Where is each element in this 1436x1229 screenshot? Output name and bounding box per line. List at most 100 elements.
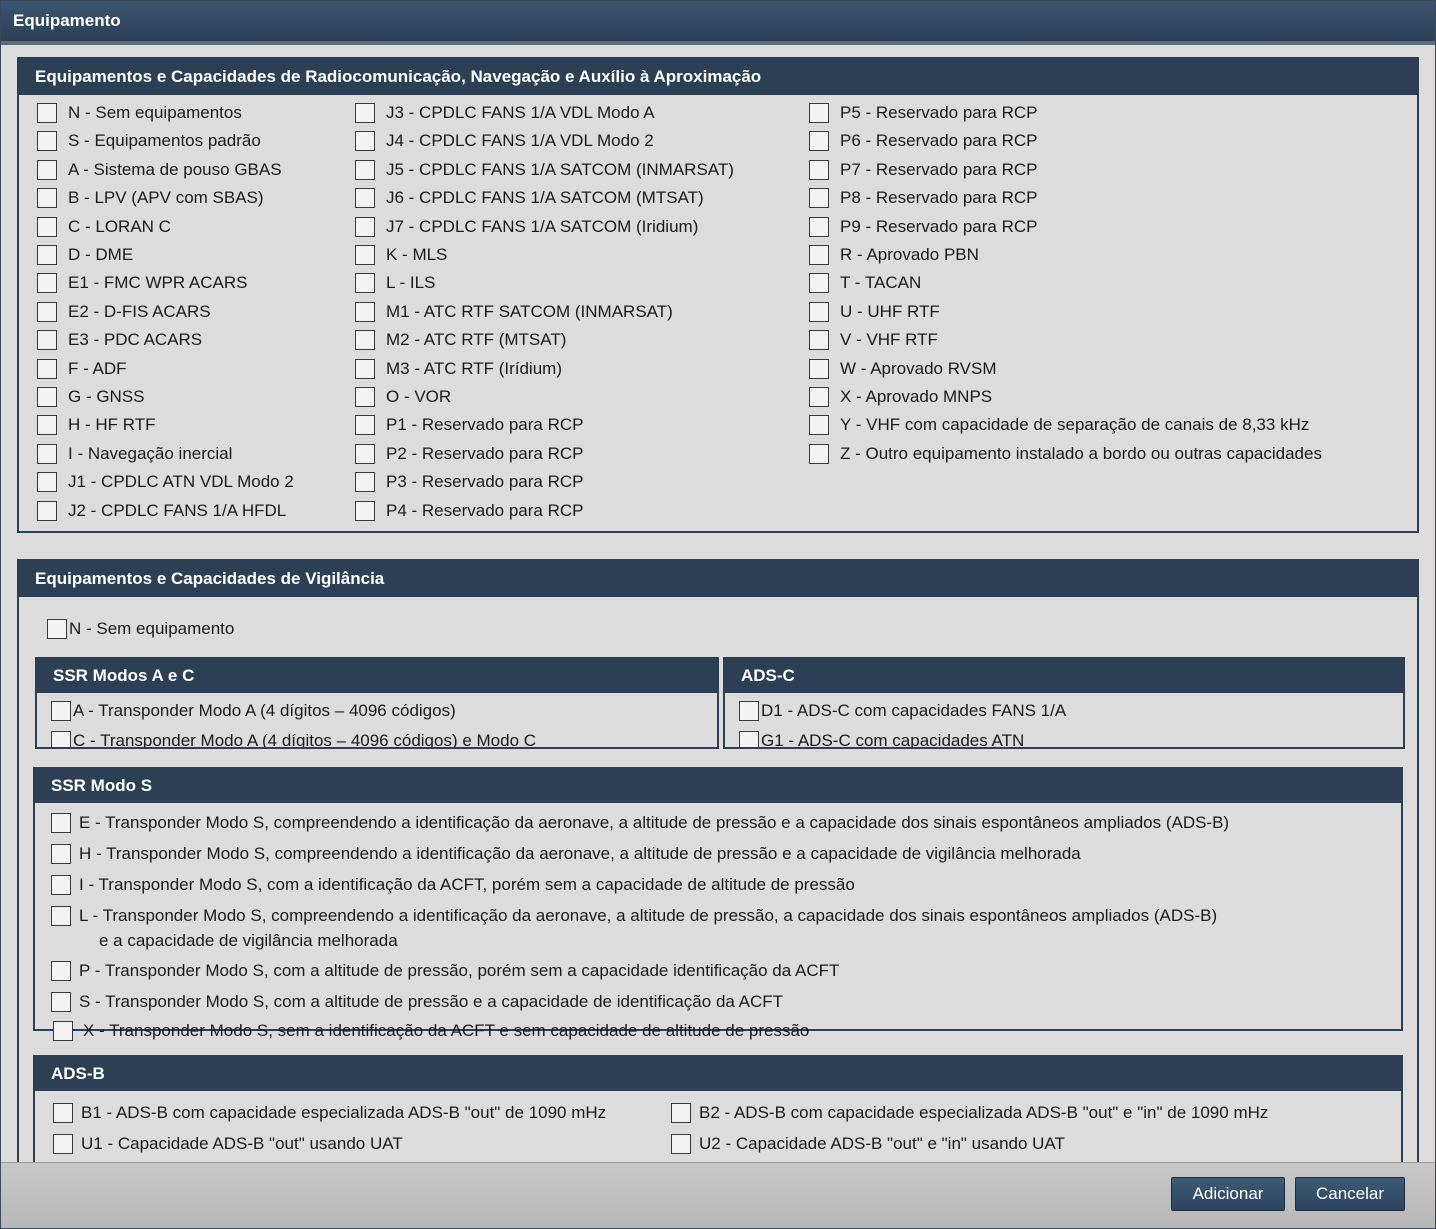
checkbox[interactable] [355,387,375,407]
checkbox[interactable] [37,131,57,151]
adsc-option-d1[interactable]: D1 - ADS-C com capacidades FANS 1/A [739,699,1066,723]
radio-nav-option[interactable]: J5 - CPDLC FANS 1/A SATCOM (INMARSAT) [355,158,734,182]
checkbox[interactable] [355,273,375,293]
radio-nav-option[interactable]: P6 - Reservado para RCP [809,129,1037,153]
checkbox[interactable] [37,359,57,379]
adsb-option-b1[interactable]: B1 - ADS-B com capacidade especializada … [53,1101,606,1125]
radio-nav-option[interactable]: U - UHF RTF [809,300,940,324]
radio-nav-option[interactable]: C - LORAN C [37,215,171,239]
checkbox[interactable] [51,813,71,833]
radio-nav-option[interactable]: J1 - CPDLC ATN VDL Modo 2 [37,470,294,494]
checkbox[interactable] [355,359,375,379]
radio-nav-option[interactable]: Z - Outro equipamento instalado a bordo … [809,442,1322,466]
cancel-button[interactable]: Cancelar [1295,1177,1405,1211]
radio-nav-option[interactable]: N - Sem equipamentos [37,101,242,125]
checkbox[interactable] [809,387,829,407]
checkbox[interactable] [37,444,57,464]
radio-nav-option[interactable]: P2 - Reservado para RCP [355,442,583,466]
checkbox[interactable] [53,1134,73,1154]
checkbox[interactable] [53,1103,73,1123]
checkbox[interactable] [809,188,829,208]
radio-nav-option[interactable]: J4 - CPDLC FANS 1/A VDL Modo 2 [355,129,654,153]
radio-nav-option[interactable]: H - HF RTF [37,413,156,437]
checkbox[interactable] [671,1134,691,1154]
checkbox[interactable] [51,701,71,721]
adsb-option-u2[interactable]: U2 - Capacidade ADS-B "out" e "in" usand… [671,1132,1065,1156]
dialog-content[interactable]: Equipamentos e Capacidades de Radiocomun… [1,45,1435,1162]
ssr-s-option[interactable]: I - Transponder Modo S, com a identifica… [51,873,855,897]
checkbox[interactable] [51,731,71,747]
checkbox[interactable] [671,1103,691,1123]
checkbox[interactable] [37,245,57,265]
radio-nav-option[interactable]: W - Aprovado RVSM [809,357,997,381]
checkbox[interactable] [51,875,71,895]
checkbox[interactable] [37,273,57,293]
checkbox[interactable] [37,217,57,237]
checkbox[interactable] [809,444,829,464]
adsb-option-b2[interactable]: B2 - ADS-B com capacidade especializada … [671,1101,1268,1125]
checkbox[interactable] [37,160,57,180]
ssr-ac-option-a[interactable]: A - Transponder Modo A (4 dígitos – 4096… [51,699,456,723]
checkbox[interactable] [355,472,375,492]
checkbox[interactable] [809,131,829,151]
checkbox[interactable] [37,330,57,350]
radio-nav-option[interactable]: V - VHF RTF [809,328,938,352]
radio-nav-option[interactable]: P5 - Reservado para RCP [809,101,1037,125]
radio-nav-option[interactable]: X - Aprovado MNPS [809,385,992,409]
radio-nav-option[interactable]: M1 - ATC RTF SATCOM (INMARSAT) [355,300,673,324]
ssr-ac-option-c[interactable]: C - Transponder Modo A (4 dígitos – 4096… [51,729,536,747]
checkbox[interactable] [355,501,375,521]
checkbox[interactable] [809,160,829,180]
radio-nav-option[interactable]: F - ADF [37,357,127,381]
checkbox[interactable] [809,415,829,435]
checkbox[interactable] [355,415,375,435]
checkbox[interactable] [37,472,57,492]
checkbox[interactable] [53,1021,73,1041]
radio-nav-option[interactable]: I - Navegação inercial [37,442,232,466]
radio-nav-option[interactable]: G - GNSS [37,385,145,409]
radio-nav-option[interactable]: K - MLS [355,243,447,267]
radio-nav-option[interactable]: P4 - Reservado para RCP [355,499,583,523]
checkbox[interactable] [355,444,375,464]
checkbox[interactable] [51,961,71,981]
ssr-s-option[interactable]: P - Transponder Modo S, com a altitude d… [51,959,839,983]
radio-nav-option[interactable]: E1 - FMC WPR ACARS [37,271,247,295]
radio-nav-option[interactable]: P7 - Reservado para RCP [809,158,1037,182]
checkbox[interactable] [809,103,829,123]
checkbox[interactable] [809,245,829,265]
checkbox[interactable] [51,906,71,926]
checkbox[interactable] [51,992,71,1012]
ssr-s-option-x[interactable]: X - Transponder Modo S, sem a identifica… [53,1019,809,1043]
radio-nav-option[interactable]: R - Aprovado PBN [809,243,979,267]
radio-nav-option[interactable]: J2 - CPDLC FANS 1/A HFDL [37,499,286,523]
checkbox[interactable] [355,302,375,322]
radio-nav-option[interactable]: P1 - Reservado para RCP [355,413,583,437]
checkbox[interactable] [355,245,375,265]
ssr-s-option[interactable]: H - Transponder Modo S, compreendendo a … [51,842,1081,866]
checkbox[interactable] [355,330,375,350]
radio-nav-option[interactable]: Y - VHF com capacidade de separação de c… [809,413,1309,437]
radio-nav-option[interactable]: L - ILS [355,271,435,295]
radio-nav-option[interactable]: S - Equipamentos padrão [37,129,261,153]
radio-nav-option[interactable]: E2 - D-FIS ACARS [37,300,211,324]
ssr-s-option[interactable]: L - Transponder Modo S, compreendendo a … [51,904,1217,928]
checkbox[interactable] [37,387,57,407]
checkbox[interactable] [739,731,759,747]
checkbox[interactable] [37,188,57,208]
adsb-option-u1[interactable]: U1 - Capacidade ADS-B "out" usando UAT [53,1132,403,1156]
checkbox[interactable] [37,415,57,435]
checkbox[interactable] [37,103,57,123]
radio-nav-option[interactable]: J3 - CPDLC FANS 1/A VDL Modo A [355,101,655,125]
checkbox[interactable] [47,619,67,639]
ssr-s-option[interactable]: E - Transponder Modo S, compreendendo a … [51,811,1229,835]
radio-nav-option[interactable]: M3 - ATC RTF (Irídium) [355,357,562,381]
radio-nav-option[interactable]: P9 - Reservado para RCP [809,215,1037,239]
checkbox[interactable] [809,330,829,350]
checkbox[interactable] [355,188,375,208]
radio-nav-option[interactable]: J6 - CPDLC FANS 1/A SATCOM (MTSAT) [355,186,704,210]
checkbox[interactable] [37,501,57,521]
surv-none-option[interactable]: N - Sem equipamento [47,617,234,641]
checkbox[interactable] [809,217,829,237]
adsc-option-g1[interactable]: G1 - ADS-C com capacidades ATN [739,729,1024,747]
radio-nav-option[interactable]: T - TACAN [809,271,921,295]
